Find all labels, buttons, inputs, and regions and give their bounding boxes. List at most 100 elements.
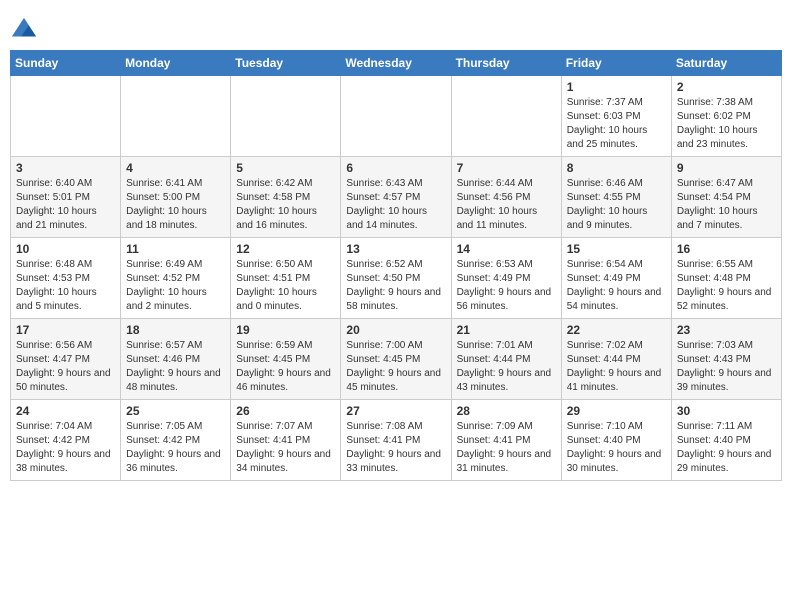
day-number: 22 [567,323,666,337]
day-info: Sunrise: 7:04 AM Sunset: 4:42 PM Dayligh… [16,420,115,476]
day-number: 27 [346,404,445,418]
day-cell: 9 Sunrise: 6:47 AM Sunset: 4:54 PM Daylig… [671,157,781,238]
day-number: 30 [677,404,776,418]
day-info: Sunrise: 6:46 AM Sunset: 4:55 PM Dayligh… [567,177,666,233]
day-info: Sunrise: 6:43 AM Sunset: 4:57 PM Dayligh… [346,177,445,233]
day-cell: 20 Sunrise: 7:00 AM Sunset: 4:45 PM Dayli… [341,319,451,400]
calendar-header: SundayMondayTuesdayWednesdayThursdayFrid… [11,51,782,76]
day-cell: 26Sunrise: 7:07 AM Sunset: 4:41 PM Dayli… [231,400,341,481]
day-info: Sunrise: 6:49 AM Sunset: 4:52 PM Dayligh… [126,258,225,314]
day-number: 17 [16,323,115,337]
day-info: Sunrise: 6:41 AM Sunset: 5:00 PM Dayligh… [126,177,225,233]
day-cell: 16 Sunrise: 6:55 AM Sunset: 4:48 PM Dayli… [671,238,781,319]
day-number: 5 [236,161,335,175]
day-number: 29 [567,404,666,418]
week-row-3: 17 Sunrise: 6:56 AM Sunset: 4:47 PM Dayli… [11,319,782,400]
day-cell: 5 Sunrise: 6:42 AM Sunset: 4:58 PM Daylig… [231,157,341,238]
day-info: Sunrise: 7:38 AM Sunset: 6:02 PM Dayligh… [677,96,776,152]
week-row-1: 3 Sunrise: 6:40 AM Sunset: 5:01 PM Daylig… [11,157,782,238]
day-number: 11 [126,242,225,256]
header-row: SundayMondayTuesdayWednesdayThursdayFrid… [11,51,782,76]
day-info: Sunrise: 7:05 AM Sunset: 4:42 PM Dayligh… [126,420,225,476]
day-number: 10 [16,242,115,256]
day-cell: 10 Sunrise: 6:48 AM Sunset: 4:53 PM Dayli… [11,238,121,319]
day-cell [121,76,231,157]
day-info: Sunrise: 6:56 AM Sunset: 4:47 PM Dayligh… [16,339,115,395]
day-info: Sunrise: 6:57 AM Sunset: 4:46 PM Dayligh… [126,339,225,395]
logo-icon [10,16,38,44]
day-cell: 4 Sunrise: 6:41 AM Sunset: 5:00 PM Daylig… [121,157,231,238]
day-cell: 1 Sunrise: 7:37 AM Sunset: 6:03 PM Daylig… [561,76,671,157]
day-info: Sunrise: 6:54 AM Sunset: 4:49 PM Dayligh… [567,258,666,314]
day-info: Sunrise: 7:08 AM Sunset: 4:41 PM Dayligh… [346,420,445,476]
day-info: Sunrise: 7:11 AM Sunset: 4:40 PM Dayligh… [677,420,776,476]
calendar-body: 1 Sunrise: 7:37 AM Sunset: 6:03 PM Daylig… [11,76,782,481]
day-cell: 18Sunrise: 6:57 AM Sunset: 4:46 PM Dayli… [121,319,231,400]
day-cell: 30 Sunrise: 7:11 AM Sunset: 4:40 PM Dayli… [671,400,781,481]
day-cell: 8 Sunrise: 6:46 AM Sunset: 4:55 PM Daylig… [561,157,671,238]
header-day-wednesday: Wednesday [341,51,451,76]
day-number: 16 [677,242,776,256]
header-day-saturday: Saturday [671,51,781,76]
day-number: 8 [567,161,666,175]
day-info: Sunrise: 7:10 AM Sunset: 4:40 PM Dayligh… [567,420,666,476]
day-info: Sunrise: 7:03 AM Sunset: 4:43 PM Dayligh… [677,339,776,395]
day-cell: 15Sunrise: 6:54 AM Sunset: 4:49 PM Dayli… [561,238,671,319]
day-number: 14 [457,242,556,256]
header [10,10,782,44]
day-cell [341,76,451,157]
day-number: 21 [457,323,556,337]
day-cell: 13 Sunrise: 6:52 AM Sunset: 4:50 PM Dayli… [341,238,451,319]
day-number: 20 [346,323,445,337]
day-cell: 3 Sunrise: 6:40 AM Sunset: 5:01 PM Daylig… [11,157,121,238]
day-info: Sunrise: 6:52 AM Sunset: 4:50 PM Dayligh… [346,258,445,314]
day-cell [11,76,121,157]
day-info: Sunrise: 7:09 AM Sunset: 4:41 PM Dayligh… [457,420,556,476]
day-cell: 29 Sunrise: 7:10 AM Sunset: 4:40 PM Dayli… [561,400,671,481]
day-info: Sunrise: 6:42 AM Sunset: 4:58 PM Dayligh… [236,177,335,233]
day-number: 2 [677,80,776,94]
calendar-table: SundayMondayTuesdayWednesdayThursdayFrid… [10,50,782,481]
day-info: Sunrise: 7:07 AM Sunset: 4:41 PM Dayligh… [236,420,335,476]
day-number: 1 [567,80,666,94]
day-info: Sunrise: 6:55 AM Sunset: 4:48 PM Dayligh… [677,258,776,314]
day-info: Sunrise: 6:40 AM Sunset: 5:01 PM Dayligh… [16,177,115,233]
day-cell: 14 Sunrise: 6:53 AM Sunset: 4:49 PM Dayli… [451,238,561,319]
day-cell: 17 Sunrise: 6:56 AM Sunset: 4:47 PM Dayli… [11,319,121,400]
header-day-friday: Friday [561,51,671,76]
day-number: 6 [346,161,445,175]
header-day-sunday: Sunday [11,51,121,76]
day-cell: 7Sunrise: 6:44 AM Sunset: 4:56 PM Daylig… [451,157,561,238]
day-info: Sunrise: 7:02 AM Sunset: 4:44 PM Dayligh… [567,339,666,395]
day-info: Sunrise: 6:44 AM Sunset: 4:56 PM Dayligh… [457,177,556,233]
day-info: Sunrise: 6:59 AM Sunset: 4:45 PM Dayligh… [236,339,335,395]
day-number: 12 [236,242,335,256]
day-number: 9 [677,161,776,175]
day-info: Sunrise: 6:50 AM Sunset: 4:51 PM Dayligh… [236,258,335,314]
day-info: Sunrise: 7:00 AM Sunset: 4:45 PM Dayligh… [346,339,445,395]
week-row-4: 24 Sunrise: 7:04 AM Sunset: 4:42 PM Dayli… [11,400,782,481]
day-info: Sunrise: 6:47 AM Sunset: 4:54 PM Dayligh… [677,177,776,233]
day-number: 4 [126,161,225,175]
day-cell: 6 Sunrise: 6:43 AM Sunset: 4:57 PM Daylig… [341,157,451,238]
day-cell: 19 Sunrise: 6:59 AM Sunset: 4:45 PM Dayli… [231,319,341,400]
header-day-tuesday: Tuesday [231,51,341,76]
day-cell: 24 Sunrise: 7:04 AM Sunset: 4:42 PM Dayli… [11,400,121,481]
logo [10,16,42,44]
day-number: 13 [346,242,445,256]
day-info: Sunrise: 6:53 AM Sunset: 4:49 PM Dayligh… [457,258,556,314]
day-cell: 11 Sunrise: 6:49 AM Sunset: 4:52 PM Dayli… [121,238,231,319]
day-cell: 12 Sunrise: 6:50 AM Sunset: 4:51 PM Dayli… [231,238,341,319]
day-cell: 28Sunrise: 7:09 AM Sunset: 4:41 PM Dayli… [451,400,561,481]
day-cell: 23Sunrise: 7:03 AM Sunset: 4:43 PM Dayli… [671,319,781,400]
day-info: Sunrise: 6:48 AM Sunset: 4:53 PM Dayligh… [16,258,115,314]
day-info: Sunrise: 7:37 AM Sunset: 6:03 PM Dayligh… [567,96,666,152]
day-cell: 2 Sunrise: 7:38 AM Sunset: 6:02 PM Daylig… [671,76,781,157]
header-day-thursday: Thursday [451,51,561,76]
day-cell [231,76,341,157]
day-info: Sunrise: 7:01 AM Sunset: 4:44 PM Dayligh… [457,339,556,395]
day-number: 3 [16,161,115,175]
day-number: 19 [236,323,335,337]
day-cell: 21 Sunrise: 7:01 AM Sunset: 4:44 PM Dayli… [451,319,561,400]
day-number: 24 [16,404,115,418]
